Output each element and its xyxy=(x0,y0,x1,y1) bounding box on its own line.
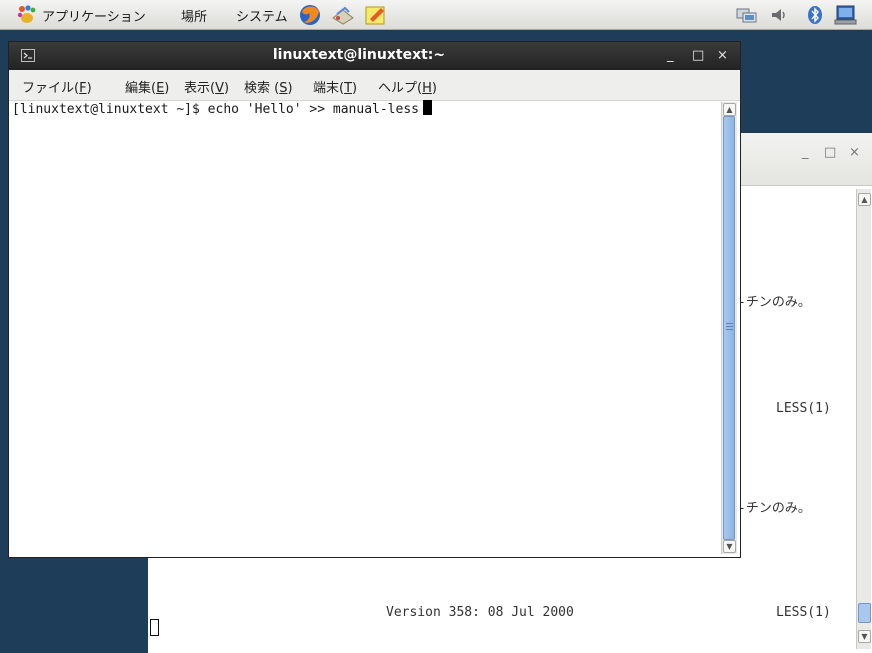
man-footer-right: LESS(1) xyxy=(776,605,831,620)
prompt-line: [linuxtext@linuxtext ~]$ echo 'Hello' >>… xyxy=(12,102,419,117)
scroll-grip xyxy=(726,329,733,330)
background-scrollbar[interactable]: ▲ ▼ xyxy=(856,189,871,649)
scroll-grip xyxy=(726,326,733,327)
man-text-line: -チンのみ。 xyxy=(738,501,811,516)
scroll-down-arrow-icon[interactable]: ▼ xyxy=(723,540,736,553)
scroll-down-arrow-icon[interactable]: ▼ xyxy=(858,630,871,643)
menu-terminal-end: ) xyxy=(352,81,358,96)
panel-menu-applications[interactable]: アプリケーション xyxy=(42,6,146,25)
menu-file-key: F xyxy=(79,81,87,96)
menu-terminal-key: T xyxy=(344,81,353,96)
menu-view-key: V xyxy=(215,81,224,96)
close-button[interactable]: × xyxy=(717,48,728,63)
scroll-up-arrow-icon[interactable]: ▲ xyxy=(723,103,736,116)
text-cursor xyxy=(423,100,432,115)
panel-menu-system[interactable]: システム xyxy=(236,6,288,25)
terminal-menubar: ファイル(F) 編集(E) 表示(V) 検索 (S) 端末(T) ヘルプ(H) xyxy=(9,70,740,101)
menu-search[interactable]: 検索 (S) xyxy=(244,77,293,96)
man-footer-version: Version 358: 08 Jul 2000 xyxy=(386,605,574,620)
terminal-title: linuxtext@linuxtext:~ xyxy=(272,47,446,63)
man-header-right: LESS(1) xyxy=(776,401,831,416)
panel-menu-places[interactable]: 場所 xyxy=(181,6,207,25)
display-icon[interactable] xyxy=(834,4,858,30)
terminal-window[interactable]: linuxtext@linuxtext:~ _ □ × ファイル(F) 編集(E… xyxy=(8,41,741,558)
terminal-scrollbar[interactable]: ▲ ▼ xyxy=(721,102,737,554)
menu-edit-end: ) xyxy=(164,81,170,96)
menu-help-end: ) xyxy=(431,81,437,96)
top-panel: アプリケーション 場所 システム xyxy=(0,0,872,30)
man-text-line: -チンのみ。 xyxy=(738,295,811,310)
minimize-button[interactable]: _ xyxy=(802,145,809,160)
scroll-thumb[interactable] xyxy=(723,116,735,540)
menu-file-end: ) xyxy=(86,81,92,96)
menu-view[interactable]: 表示(V) xyxy=(184,77,229,96)
minimize-button[interactable]: _ xyxy=(667,48,674,63)
terminal-titlebar[interactable]: linuxtext@linuxtext:~ _ □ × xyxy=(9,42,740,70)
volume-icon[interactable] xyxy=(770,6,788,28)
terminal-console[interactable]: [linuxtext@linuxtext ~]$ echo 'Hello' >>… xyxy=(12,100,717,550)
menu-help-key: H xyxy=(422,81,432,96)
scroll-grip xyxy=(726,323,733,324)
menu-edit-label: 編集( xyxy=(125,81,157,96)
maximize-button[interactable]: □ xyxy=(692,48,704,63)
menu-file-label: ファイル( xyxy=(22,81,80,96)
pager-cursor xyxy=(150,619,159,636)
menu-terminal-label: 端末( xyxy=(313,81,345,96)
network-icon[interactable] xyxy=(736,6,758,28)
close-button[interactable]: × xyxy=(849,145,860,160)
menu-search-end: ) xyxy=(287,81,293,96)
menu-help-label: ヘルプ( xyxy=(378,81,423,96)
scroll-up-arrow-icon[interactable]: ▲ xyxy=(858,193,871,206)
gnome-foot-icon[interactable] xyxy=(16,5,38,29)
bluetooth-icon[interactable] xyxy=(806,5,824,29)
menu-help[interactable]: ヘルプ(H) xyxy=(378,77,437,96)
menu-view-end: ) xyxy=(223,81,230,96)
maximize-button[interactable]: □ xyxy=(824,145,836,160)
firefox-icon[interactable] xyxy=(298,3,322,31)
menu-search-label: 検索 ( xyxy=(244,81,280,96)
email-icon[interactable] xyxy=(331,4,355,30)
notes-icon[interactable] xyxy=(364,4,388,30)
menu-view-label: 表示( xyxy=(184,81,216,96)
menu-edit[interactable]: 編集(E) xyxy=(125,77,169,96)
menu-file[interactable]: ファイル(F) xyxy=(22,77,92,96)
scroll-thumb[interactable] xyxy=(858,603,871,623)
menu-terminal[interactable]: 端末(T) xyxy=(313,77,357,96)
